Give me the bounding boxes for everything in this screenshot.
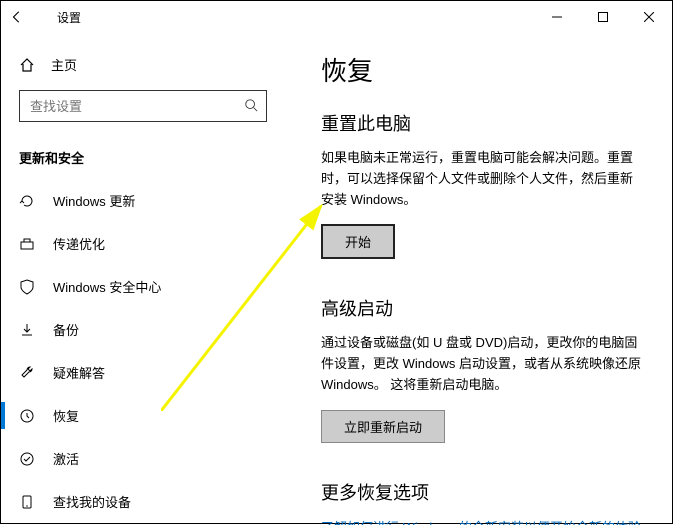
page-title: 恢复 bbox=[321, 51, 642, 88]
sidebar-item-label: 疑难解答 bbox=[53, 363, 105, 382]
sidebar-home[interactable]: 主页 bbox=[1, 47, 291, 82]
sidebar-item-label: Windows 安全中心 bbox=[53, 277, 161, 296]
search-input-wrap[interactable] bbox=[19, 90, 267, 122]
sidebar-item-label: 传递优化 bbox=[53, 234, 105, 253]
sidebar-item-backup[interactable]: 备份 bbox=[1, 308, 291, 351]
sidebar-item-label: 备份 bbox=[53, 320, 79, 339]
sidebar-item-recovery[interactable]: 恢复 bbox=[1, 394, 291, 437]
sidebar-item-find-my-device[interactable]: 查找我的设备 bbox=[1, 480, 291, 523]
sidebar-item-label: 查找我的设备 bbox=[53, 492, 131, 511]
minimize-button[interactable] bbox=[534, 1, 580, 33]
back-button[interactable] bbox=[5, 5, 29, 29]
reset-start-button[interactable]: 开始 bbox=[321, 224, 395, 259]
advanced-description: 通过设备或磁盘(如 U 盘或 DVD)启动，更改你的电脑固件设置，更改 Wind… bbox=[321, 333, 642, 395]
backup-icon bbox=[19, 322, 35, 338]
recovery-icon bbox=[19, 408, 35, 424]
reset-description: 如果电脑未正常运行，重置电脑可能会解决问题。重置时，可以选择保留个人文件或删除个… bbox=[321, 148, 642, 210]
sidebar: 主页 更新和安全 Windows 更新 传递优化 bbox=[1, 33, 291, 525]
maximize-button[interactable] bbox=[580, 1, 626, 33]
window-title: 设置 bbox=[37, 9, 81, 26]
find-device-icon bbox=[19, 494, 35, 510]
restart-now-button[interactable]: 立即重新启动 bbox=[321, 410, 445, 443]
sidebar-item-troubleshoot[interactable]: 疑难解答 bbox=[1, 351, 291, 394]
content: 恢复 重置此电脑 如果电脑未正常运行，重置电脑可能会解决问题。重置时，可以选择保… bbox=[291, 33, 672, 525]
sidebar-item-label: Windows 更新 bbox=[53, 191, 135, 210]
sidebar-item-windows-update[interactable]: Windows 更新 bbox=[1, 179, 291, 222]
troubleshoot-icon bbox=[19, 365, 35, 381]
reset-heading: 重置此电脑 bbox=[321, 110, 642, 136]
fresh-install-link[interactable]: 了解如何进行 Windows 的全新安装以便开始全新的体验 bbox=[321, 520, 641, 525]
home-icon bbox=[19, 57, 35, 73]
delivery-icon bbox=[19, 236, 35, 252]
search-icon bbox=[244, 98, 258, 115]
sidebar-item-activation[interactable]: 激活 bbox=[1, 437, 291, 480]
sidebar-section-header: 更新和安全 bbox=[1, 138, 291, 179]
shield-icon bbox=[19, 279, 35, 295]
sidebar-item-windows-security[interactable]: Windows 安全中心 bbox=[1, 265, 291, 308]
advanced-heading: 高级启动 bbox=[321, 295, 642, 321]
update-icon bbox=[19, 193, 35, 209]
activation-icon bbox=[19, 451, 35, 467]
more-options-heading: 更多恢复选项 bbox=[321, 479, 642, 505]
close-button[interactable] bbox=[626, 1, 672, 33]
sidebar-item-delivery-optimization[interactable]: 传递优化 bbox=[1, 222, 291, 265]
search-input[interactable] bbox=[28, 98, 244, 115]
titlebar: 设置 bbox=[1, 1, 672, 33]
sidebar-item-label: 激活 bbox=[53, 449, 79, 468]
sidebar-item-label: 恢复 bbox=[53, 406, 79, 425]
sidebar-home-label: 主页 bbox=[51, 55, 77, 74]
